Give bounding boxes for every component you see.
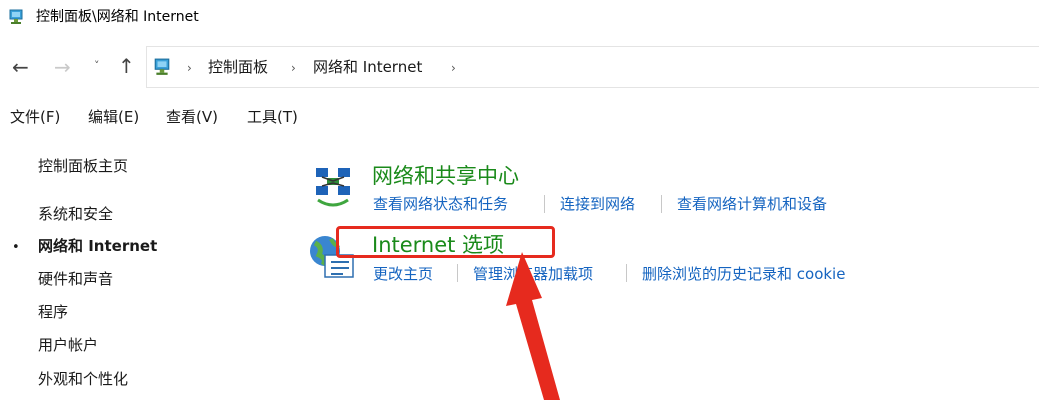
network-sharing-center-title[interactable]: 网络和共享中心 bbox=[372, 163, 519, 189]
sidebar-item-home[interactable]: 控制面板主页 bbox=[38, 155, 128, 177]
menu-edit[interactable]: 编辑(E) bbox=[88, 106, 139, 128]
control-panel-icon bbox=[9, 9, 23, 24]
sidebar-item-network-internet[interactable]: 网络和 Internet bbox=[38, 235, 157, 257]
sidebar-item-user-accounts[interactable]: 用户帐户 bbox=[38, 334, 98, 356]
delete-browsing-history-link[interactable]: 删除浏览的历史记录和 cookie bbox=[642, 264, 845, 284]
menu-tools[interactable]: 工具(T) bbox=[247, 106, 298, 128]
recent-locations-button[interactable]: ˅ bbox=[94, 59, 100, 72]
view-network-computers-link[interactable]: 查看网络计算机和设备 bbox=[677, 194, 827, 214]
menu-view[interactable]: 查看(V) bbox=[166, 106, 218, 128]
breadcrumb-network-internet[interactable]: 网络和 Internet bbox=[313, 57, 422, 77]
sidebar-item-appearance[interactable]: 外观和个性化 bbox=[38, 368, 128, 390]
address-bar[interactable] bbox=[146, 46, 1039, 88]
link-divider bbox=[661, 195, 662, 213]
sidebar-item-hardware-sound[interactable]: 硬件和声音 bbox=[38, 268, 113, 290]
breadcrumb-control-panel[interactable]: 控制面板 bbox=[208, 57, 268, 77]
link-divider bbox=[544, 195, 545, 213]
breadcrumb-separator[interactable]: › bbox=[187, 58, 192, 78]
network-sharing-icon[interactable] bbox=[312, 166, 354, 210]
window-title: 控制面板\网络和 Internet bbox=[36, 9, 199, 25]
breadcrumb-separator[interactable]: › bbox=[451, 58, 456, 78]
address-control-panel-icon bbox=[154, 58, 170, 75]
sidebar-item-programs[interactable]: 程序 bbox=[38, 301, 68, 323]
link-divider bbox=[626, 264, 627, 282]
change-homepage-link[interactable]: 更改主页 bbox=[373, 264, 433, 284]
sidebar-active-bullet: • bbox=[12, 240, 20, 255]
link-divider bbox=[457, 264, 458, 282]
back-button[interactable]: ← bbox=[12, 57, 29, 77]
up-button[interactable]: ↑ bbox=[118, 56, 135, 76]
connect-to-network-link[interactable]: 连接到网络 bbox=[560, 194, 635, 214]
red-arrow-annotation bbox=[506, 252, 560, 400]
menu-file[interactable]: 文件(F) bbox=[10, 106, 60, 128]
forward-button[interactable]: → bbox=[54, 57, 71, 77]
sidebar-item-system-security[interactable]: 系统和安全 bbox=[38, 203, 113, 225]
breadcrumb-separator[interactable]: › bbox=[291, 58, 296, 78]
view-network-status-link[interactable]: 查看网络状态和任务 bbox=[373, 194, 508, 214]
